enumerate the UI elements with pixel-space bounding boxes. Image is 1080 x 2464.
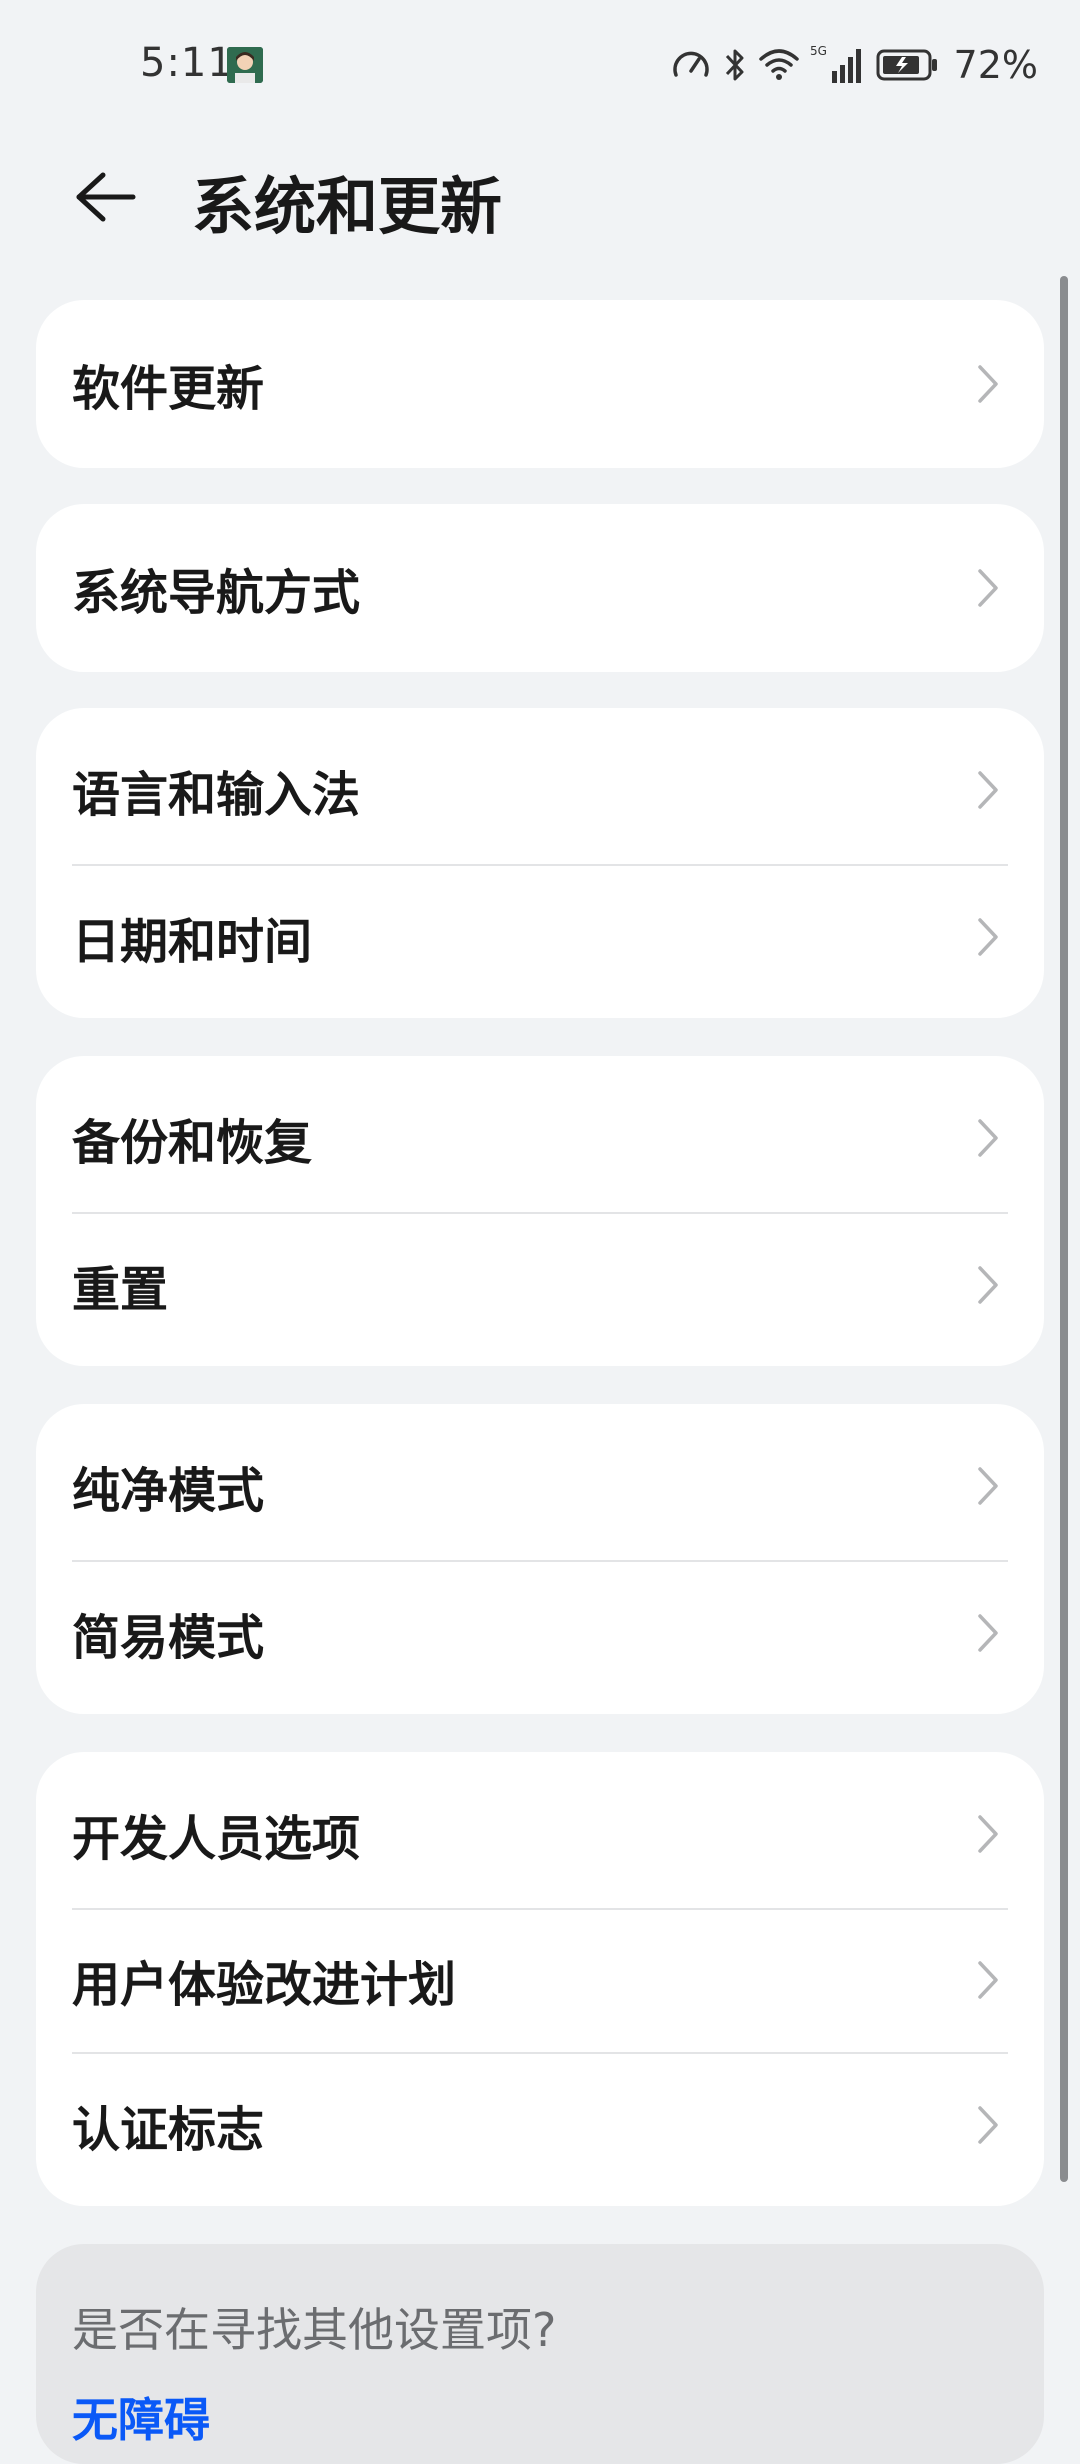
notification-avatar-icon <box>227 47 263 83</box>
settings-item-developer-options[interactable]: 开发人员选项 <box>36 1752 1044 1908</box>
chevron-right-icon <box>968 766 1008 814</box>
chevron-right-icon <box>968 2101 1008 2149</box>
status-bar: 5:11 5G 72% <box>0 0 1080 130</box>
settings-item-reset[interactable]: 重置 <box>36 1212 1044 1366</box>
settings-item-user-experience[interactable]: 用户体验改进计划 <box>36 1908 1044 2052</box>
chevron-right-icon <box>968 360 1008 408</box>
back-button[interactable] <box>60 152 150 242</box>
settings-item-label: 重置 <box>72 1262 169 1318</box>
chevron-right-icon <box>968 1462 1008 1510</box>
chevron-right-icon <box>968 1261 1008 1309</box>
bluetooth-icon <box>722 45 748 85</box>
settings-group: 语言和输入法 日期和时间 <box>36 708 1044 1018</box>
chevron-right-icon <box>968 1609 1008 1657</box>
page-title: 系统和更新 <box>192 170 503 243</box>
svg-text:5G: 5G <box>810 44 827 58</box>
chevron-right-icon <box>968 1114 1008 1162</box>
settings-item-label: 纯净模式 <box>72 1463 265 1519</box>
settings-item-label: 用户体验改进计划 <box>72 1957 457 2013</box>
settings-item-software-update[interactable]: 软件更新 <box>36 300 1044 468</box>
settings-group: 开发人员选项 用户体验改进计划 认证标志 <box>36 1752 1044 2206</box>
chevron-right-icon <box>968 913 1008 961</box>
status-time: 5:11 <box>140 40 234 86</box>
settings-item-language-input[interactable]: 语言和输入法 <box>36 708 1044 864</box>
settings-item-label: 认证标志 <box>72 2102 265 2158</box>
chevron-right-icon <box>968 1956 1008 2004</box>
settings-item-date-time[interactable]: 日期和时间 <box>36 864 1044 1018</box>
chevron-right-icon <box>968 564 1008 612</box>
settings-item-label: 备份和恢复 <box>72 1115 313 1171</box>
back-arrow-icon <box>76 172 136 222</box>
settings-group: 备份和恢复 重置 <box>36 1056 1044 1366</box>
battery-charging-icon <box>876 45 940 85</box>
settings-item-label: 开发人员选项 <box>72 1811 361 1867</box>
wifi-icon <box>758 45 800 85</box>
settings-item-pure-mode[interactable]: 纯净模式 <box>36 1404 1044 1560</box>
suggestion-question: 是否在寻找其他设置项? <box>72 2303 557 2357</box>
settings-item-navigation[interactable]: 系统导航方式 <box>36 504 1044 672</box>
settings-group: 软件更新 <box>36 300 1044 468</box>
suggestion-box: 是否在寻找其他设置项? 无障碍 <box>36 2244 1044 2464</box>
settings-item-label: 日期和时间 <box>72 914 313 970</box>
settings-item-label: 语言和输入法 <box>72 767 361 823</box>
settings-item-backup-restore[interactable]: 备份和恢复 <box>36 1056 1044 1212</box>
settings-item-label: 软件更新 <box>72 361 265 417</box>
settings-group: 纯净模式 简易模式 <box>36 1404 1044 1714</box>
cellular-signal-icon: 5G <box>810 44 866 85</box>
suggestion-link-accessibility[interactable]: 无障碍 <box>72 2384 1008 2450</box>
chevron-right-icon <box>968 1810 1008 1858</box>
settings-group: 系统导航方式 <box>36 504 1044 672</box>
speed-meter-icon <box>670 45 712 85</box>
status-icons: 5G 72% <box>670 40 1038 90</box>
settings-item-certification[interactable]: 认证标志 <box>36 2052 1044 2206</box>
battery-percent: 72% <box>953 43 1038 87</box>
header: 系统和更新 <box>0 130 1080 260</box>
settings-item-label: 简易模式 <box>72 1610 265 1666</box>
scrollbar[interactable] <box>1060 276 1068 2182</box>
settings-item-label: 系统导航方式 <box>72 565 361 621</box>
settings-item-simple-mode[interactable]: 简易模式 <box>36 1560 1044 1714</box>
